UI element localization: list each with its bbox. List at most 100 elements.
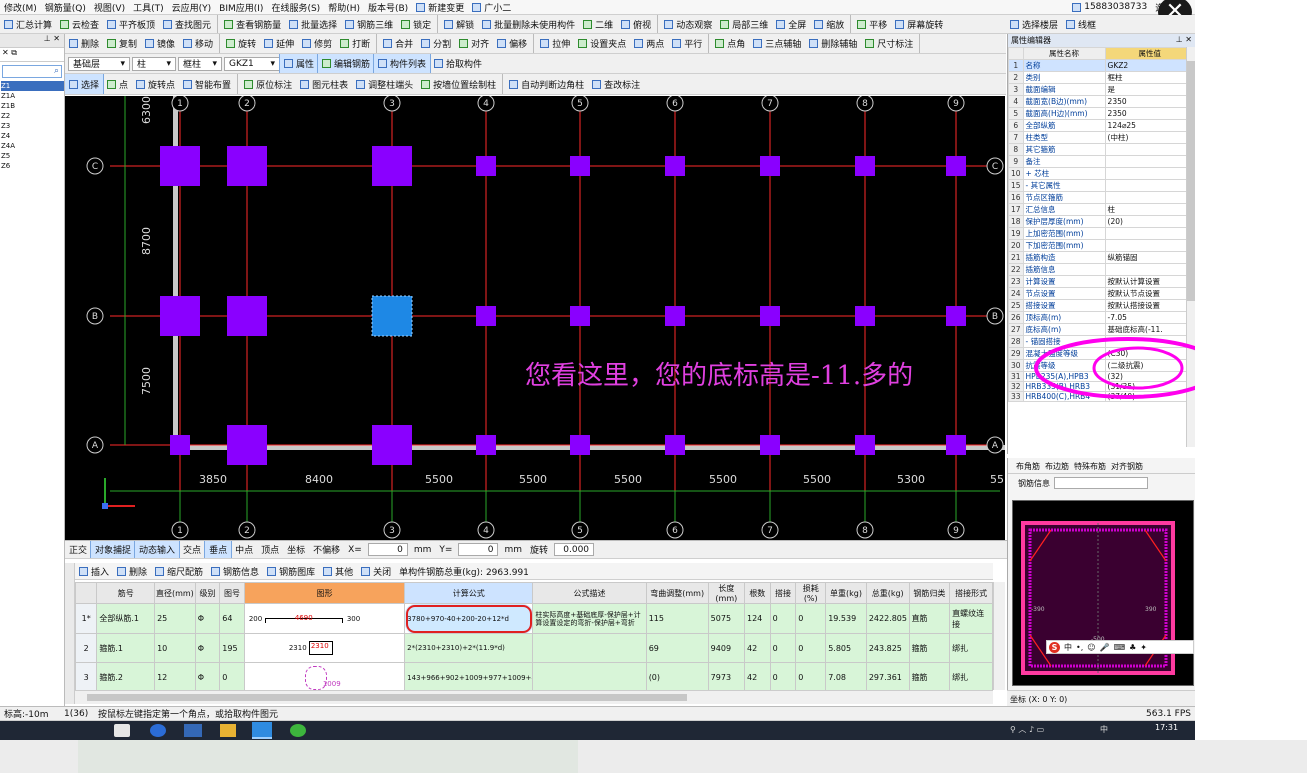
grid-h-scrollbar[interactable]: [75, 690, 993, 704]
component-list-item[interactable]: Z2: [1, 111, 64, 121]
taskbar-app-icon[interactable]: [114, 724, 130, 737]
snap-item-6[interactable]: 顶点: [257, 541, 283, 558]
ime-mode[interactable]: 中: [1064, 642, 1072, 653]
cell-total[interactable]: 2422.805: [865, 603, 910, 634]
edit-tool-button-10[interactable]: 对齐: [455, 34, 493, 53]
cell-name[interactable]: 全部纵筋.1: [96, 603, 156, 634]
grid-header-3[interactable]: 图号: [219, 582, 245, 604]
snap-item-4[interactable]: 垂点: [204, 541, 233, 558]
edit-tool-button-6[interactable]: 修剪: [298, 34, 336, 53]
edit-tool-button-17[interactable]: 三点辅轴: [749, 34, 805, 53]
cell-dia[interactable]: 12: [154, 662, 196, 690]
main-tool-button-4[interactable]: 查看钢筋量: [220, 15, 285, 33]
main-tool-button-10[interactable]: 二维: [579, 15, 617, 33]
cell-bend[interactable]: 69: [645, 633, 709, 663]
column[interactable]: [476, 435, 496, 455]
edit-tool-button-15[interactable]: 平行: [668, 34, 706, 53]
main-tool-button-7[interactable]: 锁定: [397, 15, 435, 33]
rebar-shape-cell[interactable]: 1009: [243, 662, 406, 690]
emoji-icon[interactable]: ☺: [1087, 643, 1095, 652]
grid-tool-6[interactable]: 关闭: [357, 563, 395, 579]
cell-name[interactable]: 箍筋.2: [96, 662, 156, 690]
grid-header-11[interactable]: 损耗(%): [795, 582, 827, 604]
main-tool-button-11[interactable]: 俯视: [617, 15, 655, 33]
column[interactable]: [855, 306, 875, 326]
menu-help[interactable]: 帮助(H): [324, 0, 364, 14]
component-list-item[interactable]: Z1B: [1, 101, 64, 111]
snap-input-16[interactable]: 0.000: [554, 543, 595, 556]
cell-bend[interactable]: 115: [645, 603, 709, 634]
column[interactable]: [476, 306, 496, 326]
column[interactable]: [160, 146, 200, 186]
copy-button[interactable]: ⧉: [11, 48, 17, 57]
snap-item-11[interactable]: mm: [410, 541, 436, 558]
snap-item-7[interactable]: 坐标: [283, 541, 309, 558]
type-select[interactable]: 柱 ▾: [132, 56, 176, 71]
select-floor-button[interactable]: 选择楼层: [1006, 15, 1062, 33]
table-row[interactable]: 3箍筋.212Φ01009143+966+902+1009+977+1009+8…: [75, 662, 993, 690]
delete-button[interactable]: ✕: [2, 48, 11, 57]
cell-lap[interactable]: 0: [769, 603, 797, 634]
menu-rebar-qty[interactable]: 钢筋量(Q): [41, 0, 90, 14]
row-number[interactable]: 3: [75, 662, 98, 690]
cell-unit[interactable]: 19.539: [825, 603, 867, 634]
component-name-select[interactable]: GKZ1 ▾: [224, 56, 280, 71]
cell-fig[interactable]: 0: [219, 662, 245, 690]
main-tool-button-17[interactable]: 屏幕旋转: [891, 15, 947, 33]
tree-search-input[interactable]: ⌕: [2, 65, 62, 78]
column[interactable]: [227, 296, 267, 336]
wireframe-button[interactable]: 线框: [1062, 15, 1100, 33]
tools-icon[interactable]: ✦: [1140, 643, 1147, 652]
grid-header-4[interactable]: 图形: [243, 582, 406, 604]
column[interactable]: [160, 296, 200, 336]
column[interactable]: [855, 435, 875, 455]
skin-icon[interactable]: ♣: [1129, 643, 1136, 652]
cell-desc[interactable]: [532, 662, 647, 690]
cell-fig[interactable]: 64: [219, 603, 245, 634]
edit-tool-button-16[interactable]: 点角: [711, 34, 749, 53]
main-tool-button-1[interactable]: 云检查: [56, 15, 103, 33]
grid-tool-3[interactable]: 钢筋信息: [207, 563, 263, 579]
snap-item-15[interactable]: 旋转: [526, 541, 552, 558]
table-row[interactable]: 2 箍筋.1 10 Φ 195 2310 2310 2*(2310+2310)+2*(11.9…: [75, 633, 993, 663]
column[interactable]: [855, 156, 875, 176]
main-tool-button-2[interactable]: 平齐板顶: [103, 15, 159, 33]
tab-corner-rebar[interactable]: 布角筋: [1016, 461, 1040, 471]
punctuation-icon[interactable]: •,: [1076, 643, 1083, 652]
column[interactable]: [760, 306, 780, 326]
main-tool-button-3[interactable]: 查找图元: [159, 15, 215, 33]
edit-tool-button-14[interactable]: 两点: [630, 34, 668, 53]
grid-header-8[interactable]: 长度(mm): [707, 582, 746, 604]
cell-bend[interactable]: (0): [645, 662, 709, 690]
component-list-item[interactable]: Z5: [1, 151, 64, 161]
grid-scrollbar-thumb[interactable]: [87, 694, 687, 701]
grid-header-1[interactable]: 直径(mm): [154, 582, 196, 604]
edit-tool-button-4[interactable]: 旋转: [222, 34, 260, 53]
snap-item-3[interactable]: 交点: [179, 541, 205, 558]
keyboard-icon[interactable]: ⌨: [1114, 643, 1126, 652]
component-list-item[interactable]: Z3: [1, 121, 64, 131]
snap-input-13[interactable]: 0: [458, 543, 499, 556]
column[interactable]: [227, 146, 267, 186]
cell-loss[interactable]: 0: [795, 633, 827, 663]
edit-tool-button-0[interactable]: 删除: [65, 34, 103, 53]
remote-desktop-icon[interactable]: [184, 724, 202, 737]
main-tool-button-13[interactable]: 局部三维: [716, 15, 772, 33]
cell-formula[interactable]: 143+966+902+1009+977+1009+828+1009+987+1…: [404, 662, 534, 690]
sogou-icon[interactable]: S: [1049, 641, 1060, 653]
edit-tool-button-7[interactable]: 打断: [336, 34, 374, 53]
edit-tool-button-3[interactable]: 移动: [179, 34, 217, 53]
edit-rebar-button[interactable]: 编辑钢筋: [317, 54, 376, 73]
draw-tool-button-6[interactable]: 调整柱端头: [352, 74, 417, 94]
column[interactable]: [476, 156, 496, 176]
edit-tool-button-5[interactable]: 延伸: [260, 34, 298, 53]
grid-header-7[interactable]: 弯曲调整(mm): [645, 582, 709, 604]
pick-component-button[interactable]: 拾取构件: [430, 54, 486, 73]
subtype-select[interactable]: 框柱 ▾: [178, 56, 222, 71]
menu-online[interactable]: 在线服务(S): [267, 0, 324, 14]
grid-header-9[interactable]: 根数: [744, 582, 771, 604]
cell-fig[interactable]: 195: [219, 633, 245, 663]
panel-pin-icon[interactable]: ⊥ ✕: [0, 34, 64, 48]
edit-tool-button-18[interactable]: 删除辅轴: [805, 34, 861, 53]
tab-edge-rebar[interactable]: 布边筋: [1045, 461, 1069, 471]
